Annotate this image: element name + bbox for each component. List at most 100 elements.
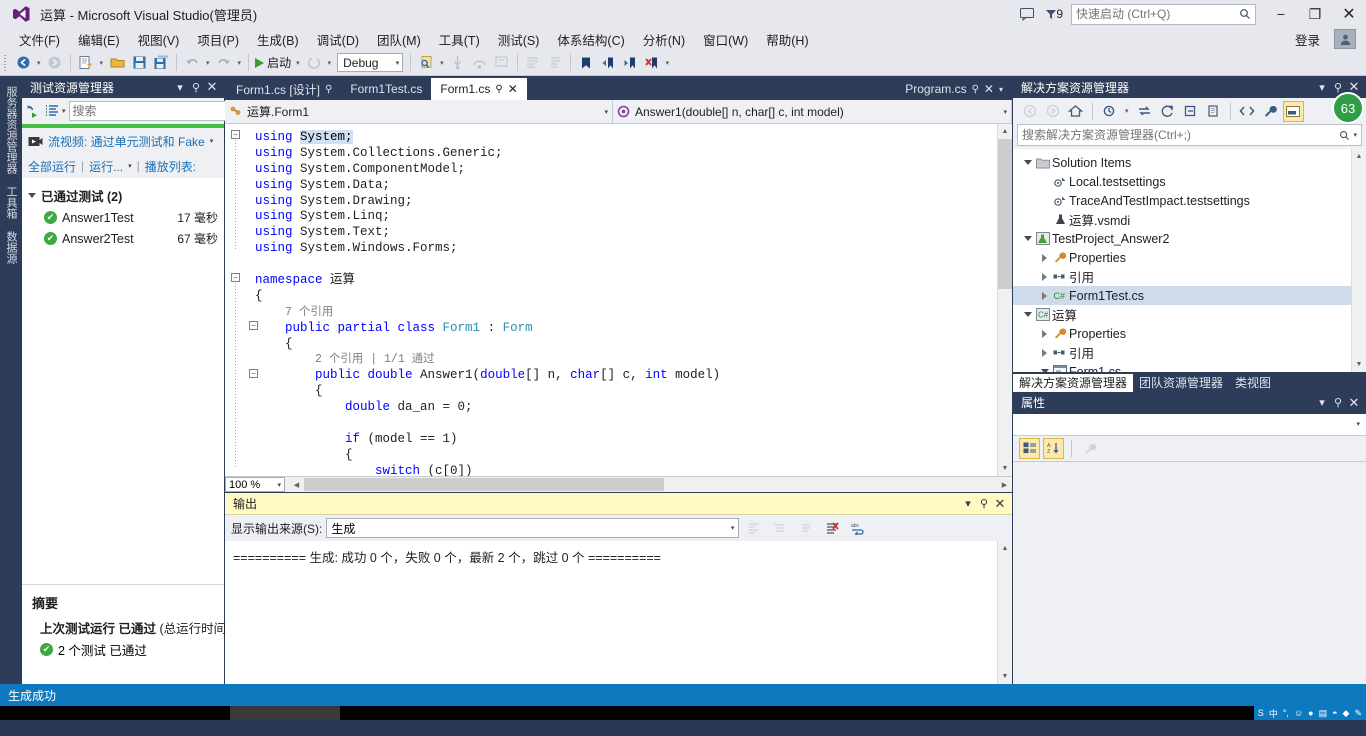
properties-icon[interactable] bbox=[1260, 101, 1281, 122]
chevron-down-icon[interactable]: ▾ bbox=[172, 81, 188, 94]
code-text[interactable]: using System; using System.Collections.Ge… bbox=[247, 124, 997, 476]
step-out-icon[interactable] bbox=[491, 52, 513, 74]
keyboard-icon[interactable]: ▤ bbox=[1319, 708, 1328, 719]
chinese-mode-icon[interactable]: 中 bbox=[1269, 707, 1278, 720]
properties-grid[interactable] bbox=[1013, 461, 1366, 684]
user-avatar-icon[interactable] bbox=[1334, 29, 1356, 49]
save-icon[interactable] bbox=[128, 52, 150, 74]
menu-window[interactable]: 窗口(W) bbox=[694, 28, 757, 51]
close-icon[interactable]: ✕ bbox=[1346, 395, 1362, 411]
next-bookmark-icon[interactable] bbox=[619, 52, 641, 74]
close-icon[interactable]: ✕ bbox=[992, 496, 1008, 512]
solution-tree-row[interactable]: 引用 bbox=[1013, 343, 1351, 362]
step-over-icon[interactable] bbox=[469, 52, 491, 74]
chevron-down-icon[interactable]: ▾ bbox=[128, 162, 132, 170]
playlist-link[interactable]: 播放列表: bbox=[145, 158, 196, 175]
uncomment-icon[interactable] bbox=[544, 52, 566, 74]
sync-with-active-document-icon[interactable] bbox=[1134, 101, 1155, 122]
close-icon[interactable]: ✕ bbox=[984, 82, 994, 96]
pin-icon[interactable]: ⚲ bbox=[325, 84, 332, 95]
expander-open-icon[interactable] bbox=[1021, 236, 1034, 241]
refresh-icon[interactable] bbox=[1157, 101, 1178, 122]
scroll-down-icon[interactable]: ▼ bbox=[998, 669, 1012, 684]
solution-tree-row[interactable]: C# Form1Test.cs bbox=[1013, 286, 1351, 305]
microphone-icon[interactable]: ● bbox=[1308, 708, 1313, 718]
scroll-down-icon[interactable]: ▼ bbox=[1352, 356, 1366, 372]
solution-tree-row[interactable]: Form1.cs bbox=[1013, 362, 1351, 372]
redo-caret[interactable]: ▾ bbox=[235, 59, 245, 67]
home-icon[interactable] bbox=[1065, 101, 1086, 122]
chevron-down-icon[interactable]: ▾ bbox=[997, 108, 1007, 116]
tools-icon[interactable]: ✎ bbox=[1354, 708, 1362, 719]
output-body[interactable]: ========== 生成: 成功 0 个，失败 0 个，最新 2 个，跳过 0… bbox=[225, 541, 1012, 684]
menu-file[interactable]: 文件(F) bbox=[10, 28, 69, 51]
menu-analyze[interactable]: 分析(N) bbox=[634, 28, 694, 51]
step-into-icon[interactable] bbox=[447, 52, 469, 74]
pin-icon[interactable]: ⚲ bbox=[976, 497, 992, 510]
notification-badge[interactable]: 63 bbox=[1332, 92, 1364, 124]
emoji-icon[interactable]: ☺ bbox=[1294, 708, 1303, 718]
toolbar-grip[interactable] bbox=[4, 54, 12, 72]
taskbar-active-window[interactable] bbox=[230, 706, 340, 720]
show-all-files-icon[interactable] bbox=[1203, 101, 1224, 122]
quick-launch-box[interactable] bbox=[1071, 3, 1256, 25]
expander-open-icon[interactable] bbox=[1021, 312, 1034, 317]
collapse-all-icon[interactable] bbox=[1180, 101, 1201, 122]
menu-build[interactable]: 生成(B) bbox=[248, 28, 308, 51]
solution-configuration-combo[interactable]: Debug ▾ bbox=[337, 53, 404, 72]
solution-tree-row[interactable]: Properties bbox=[1013, 248, 1351, 267]
zoom-combo[interactable]: 100 % ▾ bbox=[225, 477, 285, 492]
solution-scrollbar[interactable]: ▲ ▼ bbox=[1351, 149, 1366, 372]
chevron-down-icon[interactable]: ▾ bbox=[598, 108, 608, 116]
view-code-icon[interactable] bbox=[1237, 101, 1258, 122]
solution-explorer-search-box[interactable]: ▾ bbox=[1017, 124, 1362, 146]
member-navigation-combo[interactable]: Answer1(double[] n, char[] c, int model)… bbox=[613, 100, 1012, 123]
menu-architecture[interactable]: 体系结构(C) bbox=[548, 28, 633, 51]
solution-tree-row[interactable]: C# 运算 bbox=[1013, 305, 1351, 324]
pin-icon[interactable]: ⚲ bbox=[495, 84, 502, 95]
find-caret[interactable]: ▾ bbox=[437, 59, 447, 67]
expander-closed-icon[interactable] bbox=[1038, 272, 1051, 281]
alphabetical-view-icon[interactable]: AZ bbox=[1043, 437, 1064, 459]
expander-closed-icon[interactable] bbox=[1038, 253, 1051, 262]
scrollbar-thumb[interactable] bbox=[998, 139, 1012, 289]
forward-icon[interactable] bbox=[1042, 101, 1063, 122]
output-source-combo[interactable]: 生成 ▾ bbox=[326, 518, 740, 538]
skin-icon[interactable]: ◆ bbox=[1343, 708, 1350, 719]
test-explorer-banner[interactable]: 流视频: 通过单元测试和 Fake ▾ bbox=[22, 128, 224, 154]
toolbar-overflow-caret[interactable]: ▾ bbox=[663, 59, 673, 67]
undo-caret[interactable]: ▾ bbox=[203, 59, 213, 67]
tab-overflow-icon[interactable]: ▾ bbox=[999, 85, 1003, 94]
back-dropdown-caret[interactable]: ▾ bbox=[34, 59, 44, 67]
start-caret[interactable]: ▾ bbox=[293, 59, 303, 67]
menu-help[interactable]: 帮助(H) bbox=[757, 28, 817, 51]
signin-link[interactable]: 登录 bbox=[1281, 30, 1334, 49]
new-project-caret[interactable]: ▾ bbox=[97, 59, 107, 67]
solution-tree-row[interactable]: 引用 bbox=[1013, 267, 1351, 286]
redo-icon[interactable] bbox=[213, 52, 235, 74]
chevron-down-icon[interactable]: ▾ bbox=[210, 137, 214, 145]
navigate-back-icon[interactable] bbox=[12, 52, 34, 74]
bookmark-icon[interactable] bbox=[575, 52, 597, 74]
feedback-icon[interactable] bbox=[1012, 1, 1042, 27]
editor-horizontal-scrollbar[interactable]: ◀ ▶ bbox=[289, 477, 1012, 492]
outline-collapse-box[interactable]: − bbox=[231, 130, 240, 139]
tab-program-cs[interactable]: Program.cs ⚲ ✕ ▾ bbox=[896, 78, 1012, 100]
test-search-box[interactable]: ▾ bbox=[68, 101, 249, 121]
test-group-passed[interactable]: 已通过测试 (2) bbox=[22, 184, 224, 207]
user-icon[interactable]: ◓ bbox=[1332, 708, 1337, 718]
comment-icon[interactable] bbox=[522, 52, 544, 74]
menu-tools[interactable]: 工具(T) bbox=[430, 28, 489, 51]
vtab-data-sources[interactable]: 数据源 bbox=[0, 225, 22, 270]
pending-changes-caret[interactable]: ▾ bbox=[1122, 107, 1132, 115]
type-navigation-combo[interactable]: 运算.Form1 ▾ bbox=[225, 100, 613, 123]
test-search-input[interactable] bbox=[72, 104, 228, 118]
expander-closed-icon[interactable] bbox=[1038, 348, 1051, 357]
test-row[interactable]: ✔ Answer1Test 17 毫秒 bbox=[22, 207, 224, 228]
outline-collapse-box[interactable]: − bbox=[231, 273, 240, 282]
pin-icon[interactable]: ⚲ bbox=[1330, 396, 1346, 409]
toggle-word-wrap-icon[interactable]: abc bbox=[847, 517, 869, 539]
expander-closed-icon[interactable] bbox=[1038, 291, 1051, 300]
chevron-down-icon[interactable]: ▾ bbox=[1314, 396, 1330, 409]
pin-icon[interactable]: ⚲ bbox=[972, 84, 979, 95]
